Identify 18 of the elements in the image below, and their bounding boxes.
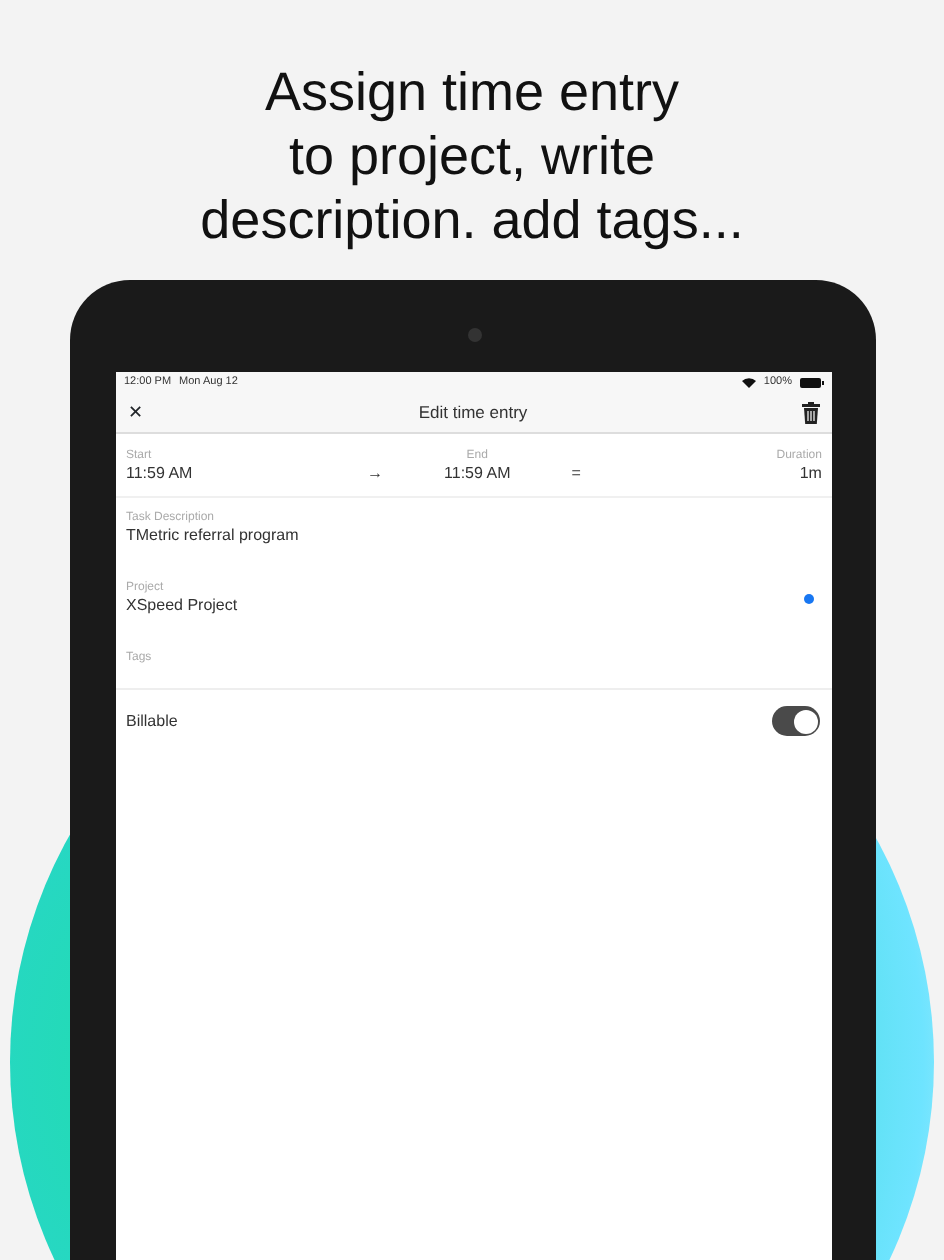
- billable-toggle[interactable]: [772, 706, 820, 736]
- arrow-sign: →: [367, 464, 384, 484]
- headline-text: to project, write: [286, 124, 658, 188]
- trash-icon[interactable]: [801, 402, 820, 424]
- field-value[interactable]: TMetric referral program: [126, 526, 299, 546]
- nav-title: Edit time entry: [418, 400, 528, 426]
- battery-icon: [800, 378, 824, 388]
- end-time: 11:59 AM: [444, 464, 511, 484]
- headline-text: description. add tags...: [198, 188, 746, 252]
- wifi-icon: [741, 378, 756, 388]
- field-value[interactable]: XSpeed Project: [126, 596, 238, 616]
- headline-text: Assign time entry: [262, 60, 682, 124]
- duration-value: 1m: [799, 464, 822, 484]
- start-time: 11:59 AM: [126, 464, 193, 484]
- close-button[interactable]: ✕: [128, 404, 144, 422]
- billable-label: Billable: [126, 711, 178, 731]
- camera-icon: [467, 328, 481, 342]
- equals-sign: =: [571, 464, 581, 484]
